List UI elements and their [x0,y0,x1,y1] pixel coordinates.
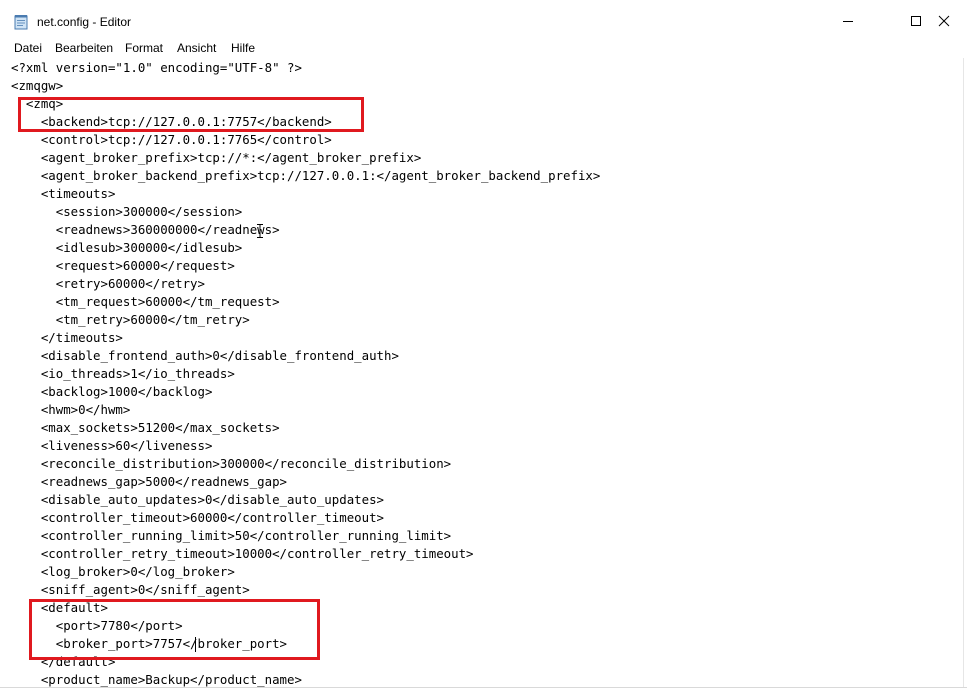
code-line: <sniff_agent>0</sniff_agent> [11,582,250,597]
code-line: <agent_broker_prefix>tcp://*:</agent_bro… [11,150,422,165]
code-line: <zmqgw> [11,78,64,93]
menu-item-ansicht[interactable]: Ansicht [177,41,216,55]
code-line: <?xml version="1.0" encoding="UTF-8" ?> [11,60,302,75]
code-line: <port>7780</port> [11,618,183,633]
code-line: <idlesub>300000</idlesub> [11,240,243,255]
code-line: <session>300000</session> [11,204,243,219]
code-line: </default> [11,654,116,669]
notepad-icon [14,15,28,30]
code-line: <retry>60000</retry> [11,276,205,291]
code-line: <reconcile_distribution>300000</reconcil… [11,456,452,471]
code-line: <controller_retry_timeout>10000</control… [11,546,474,561]
code-line: </timeouts> [11,330,123,345]
code-line: <max_sockets>51200</max_sockets> [11,420,280,435]
menu-bar: Datei Bearbeiten Format Ansicht Hilfe [0,38,967,58]
menu-item-datei[interactable]: Datei [14,41,42,55]
code-line: <control>tcp://127.0.0.1:7765</control> [11,132,332,147]
code-line: <zmq> [11,96,64,111]
notepad-window: net.config - Editor Datei Bearbeiten For… [0,0,967,690]
code-line: <tm_retry>60000</tm_retry> [11,312,250,327]
code-line: <hwm>0</hwm> [11,402,131,417]
menu-item-hilfe[interactable]: Hilfe [231,41,255,55]
code-line: <broker_port>7757</broker_port> [11,636,288,651]
text-editor-area[interactable]: <?xml version="1.0" encoding="UTF-8" ?> … [0,58,967,690]
code-line: <default> [11,600,108,615]
title-bar[interactable]: net.config - Editor [0,0,967,38]
close-button[interactable] [921,4,967,38]
code-line: <request>60000</request> [11,258,235,273]
code-line: <readnews>360000000</readnews> [11,222,280,237]
minimize-icon [843,21,853,22]
code-line: <io_threads>1</io_threads> [11,366,235,381]
code-line: <tm_request>60000</tm_request> [11,294,280,309]
editor-bottom-border [0,687,967,688]
scrollbar-edge [963,58,964,687]
code-line: <backlog>1000</backlog> [11,384,213,399]
code-line: <disable_frontend_auth>0</disable_fronte… [11,348,399,363]
window-title: net.config - Editor [37,15,132,29]
code-line: <readnews_gap>5000</readnews_gap> [11,474,288,489]
menu-item-bearbeiten[interactable]: Bearbeiten [55,41,113,55]
code-line: <controller_timeout>60000</controller_ti… [11,510,384,525]
code-line: <disable_auto_updates>0</disable_auto_up… [11,492,384,507]
minimize-button[interactable] [825,4,871,38]
text-caret [195,637,196,652]
code-line: <controller_running_limit>50</controller… [11,528,452,543]
code-line: <backend>tcp://127.0.0.1:7757</backend> [11,114,332,129]
menu-item-format[interactable]: Format [125,41,163,55]
code-line: <timeouts> [11,186,116,201]
code-line: <liveness>60</liveness> [11,438,213,453]
ibeam-cursor-icon [257,224,263,238]
code-line: <agent_broker_backend_prefix>tcp://127.0… [11,168,601,183]
code-line: <log_broker>0</log_broker> [11,564,235,579]
close-icon [938,15,950,27]
